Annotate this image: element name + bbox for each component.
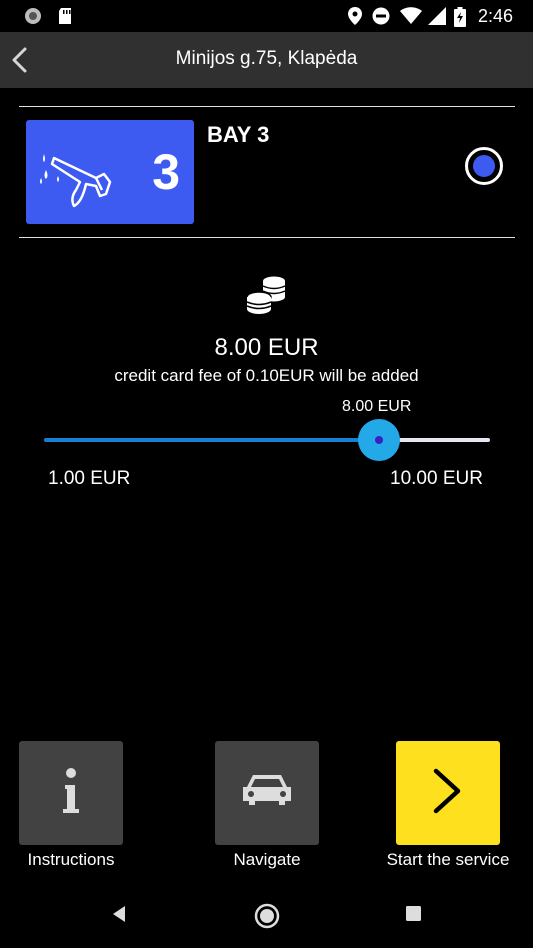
page-title: Minijos g.75, Klapėda [175, 48, 358, 69]
battery-icon [454, 7, 466, 27]
slider-track-active[interactable] [44, 438, 380, 442]
bay-title: BAY 3 [207, 122, 270, 147]
slider-max-label: 10.00 EUR [390, 468, 483, 489]
slider-thumb-center [375, 436, 383, 444]
instructions-button[interactable] [19, 741, 123, 845]
info-icon [63, 768, 79, 813]
selected-amount: 8.00 EUR [214, 334, 319, 361]
fee-notice: credit card fee of 0.10EUR will be added [114, 366, 419, 385]
sd-card-icon [59, 8, 71, 24]
slider-thumb[interactable] [358, 419, 400, 461]
chevron-right-icon [433, 768, 461, 814]
navigate-label: Navigate [233, 850, 301, 869]
wifi-icon [400, 7, 422, 24]
app-bar: Minijos g.75, Klapėda [0, 32, 533, 88]
car-icon [243, 775, 291, 805]
system-nav-bar [0, 886, 533, 948]
start-service-button[interactable] [396, 741, 500, 845]
coins-icon [246, 276, 286, 314]
bay-select-radio[interactable] [465, 147, 503, 185]
nav-back-icon[interactable] [111, 905, 127, 923]
nav-home-icon[interactable] [254, 903, 280, 929]
instructions-label: Instructions [27, 850, 115, 869]
top-divider [19, 106, 515, 107]
bay-divider [19, 237, 515, 238]
bay-tile[interactable]: 3 [26, 120, 194, 224]
status-time: 2:46 [477, 6, 513, 26]
do-not-disturb-icon [372, 7, 390, 25]
radio-selected-dot [473, 155, 495, 177]
status-bar: 2:46 [0, 0, 533, 32]
notification-icon [25, 8, 41, 24]
bay-number: 3 [152, 144, 180, 200]
start-service-label: Start the service [386, 850, 510, 869]
spray-gun-icon [40, 154, 112, 208]
navigate-button[interactable] [215, 741, 319, 845]
slider-current-value: 8.00 EUR [342, 398, 412, 415]
signal-icon [428, 7, 446, 25]
nav-recents-icon[interactable] [405, 905, 422, 922]
slider-min-label: 1.00 EUR [48, 468, 131, 489]
location-icon [348, 7, 362, 25]
